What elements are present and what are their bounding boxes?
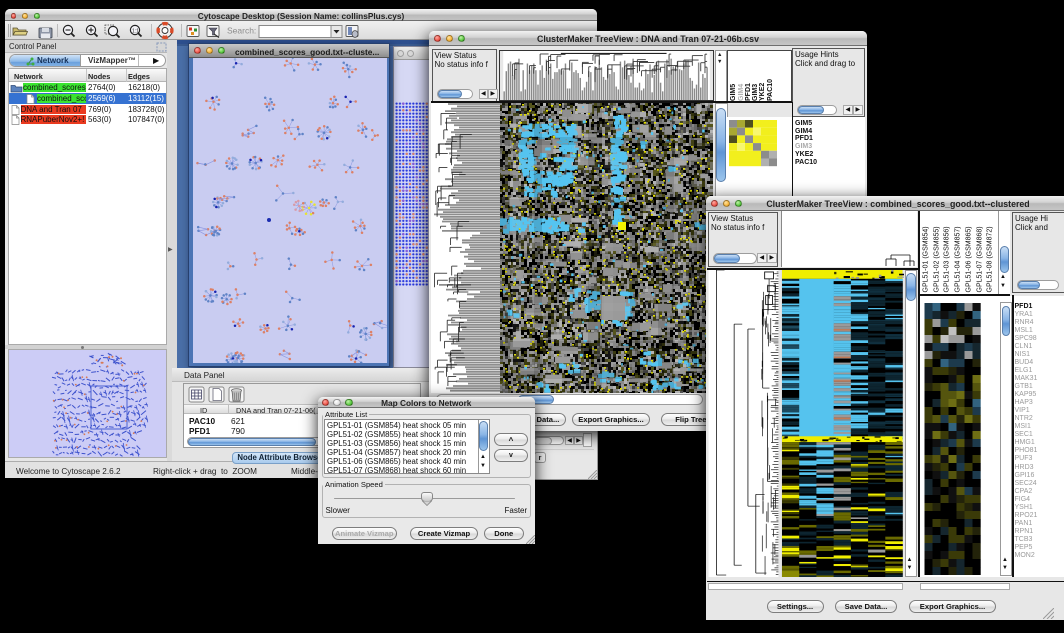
svg-text:1:1: 1:1: [132, 29, 139, 35]
svg-text:Search:: Search:: [227, 26, 256, 36]
